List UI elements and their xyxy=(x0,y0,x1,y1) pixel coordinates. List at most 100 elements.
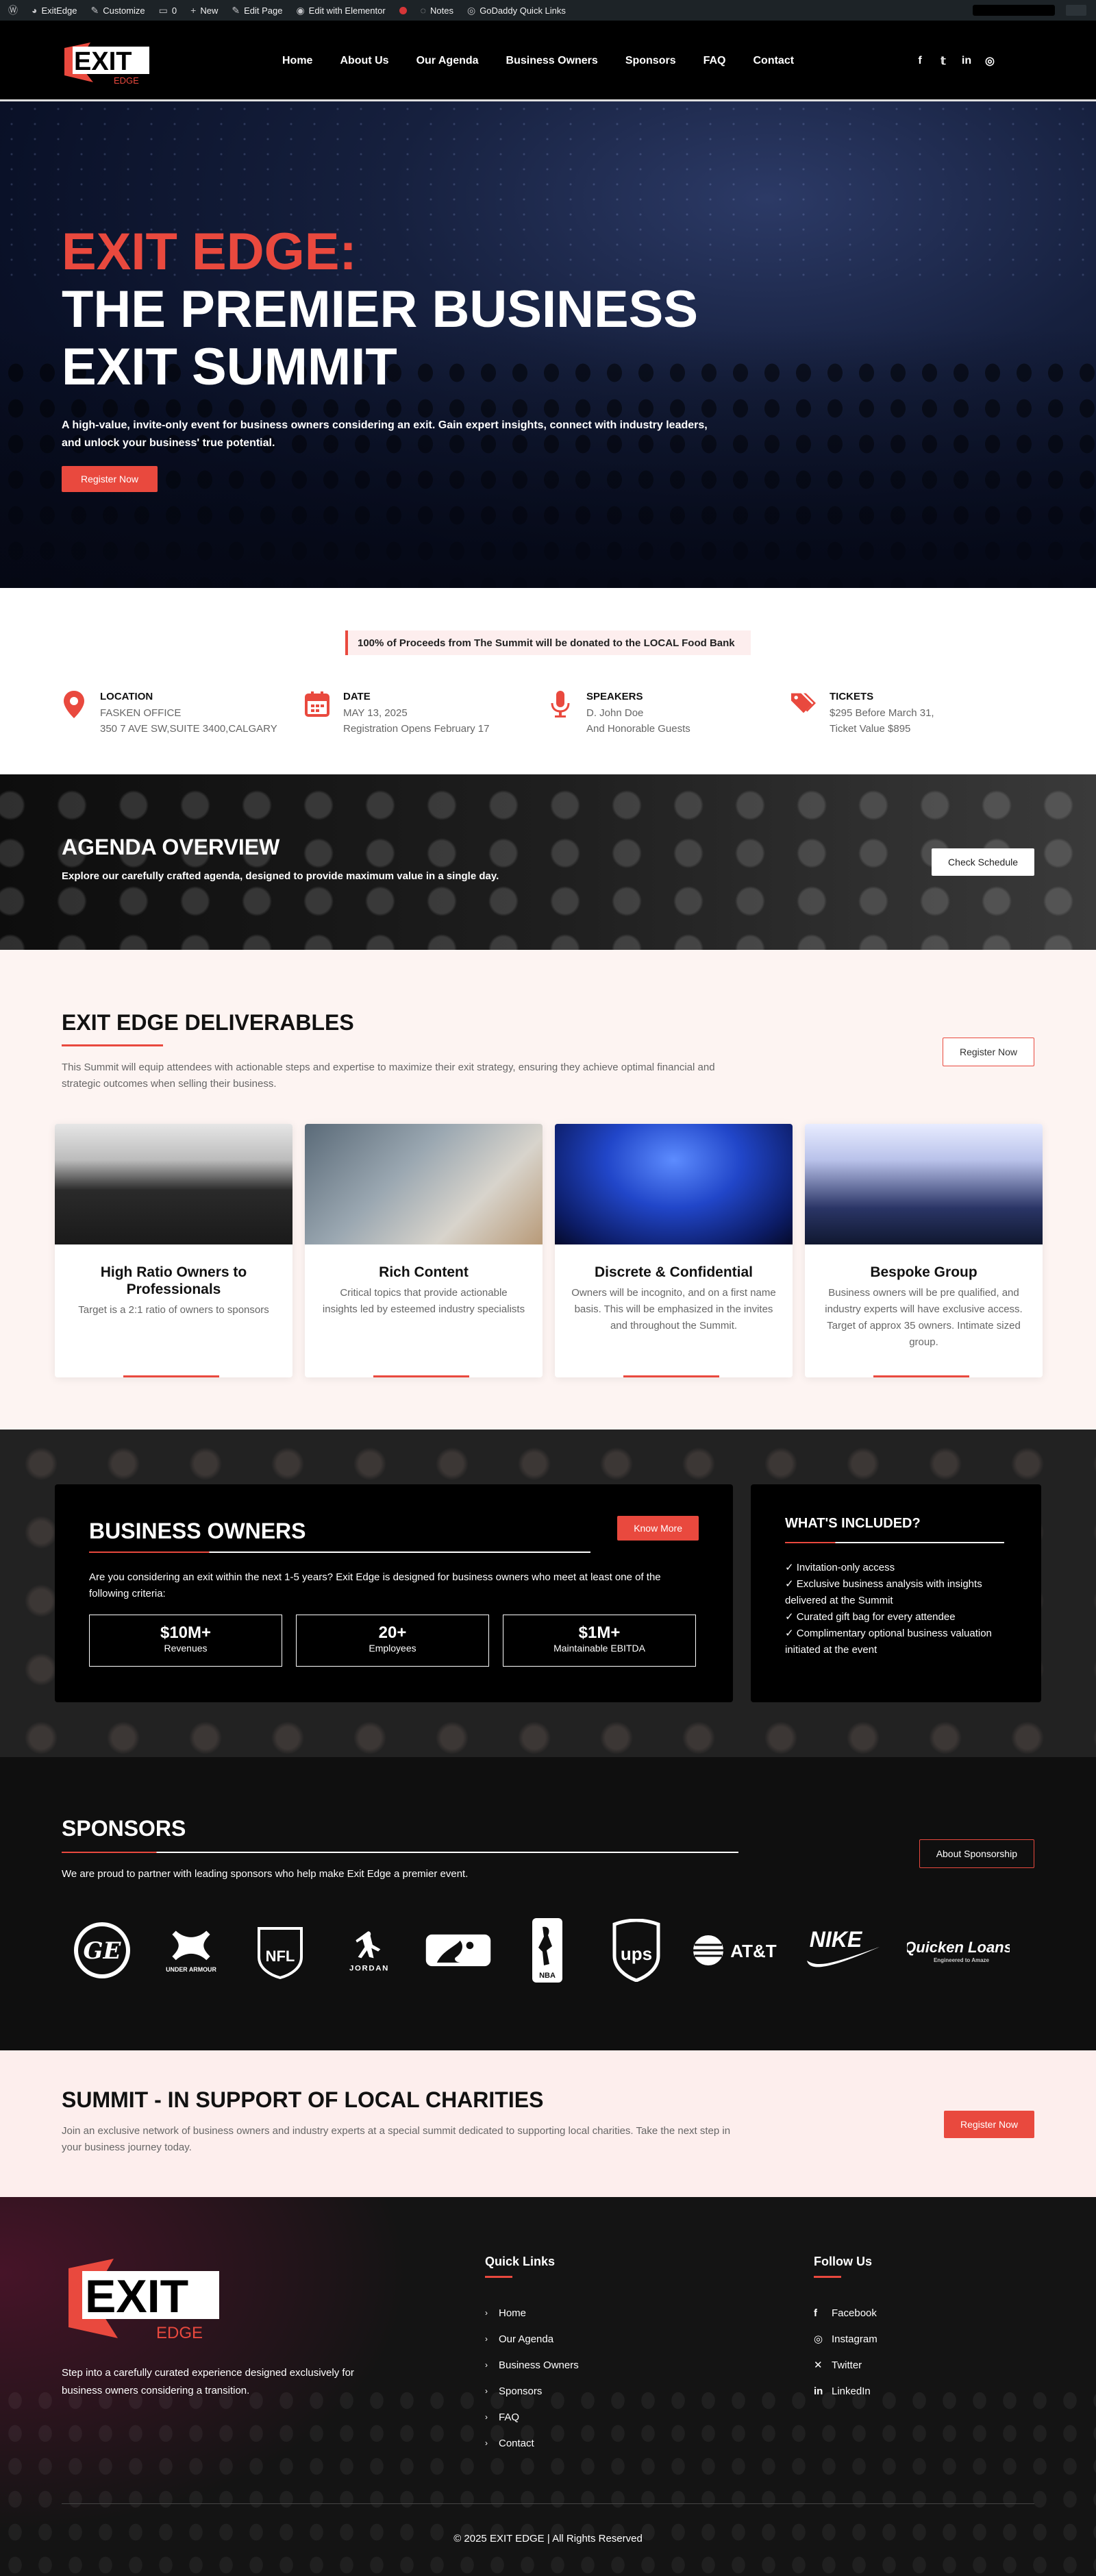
main-nav: Home About Us Our Agenda Business Owners… xyxy=(282,21,794,101)
microphone-icon xyxy=(548,691,573,720)
footer-link-our-agenda[interactable]: › Our Agenda xyxy=(485,2326,579,2352)
nav-sponsors[interactable]: Sponsors xyxy=(625,55,676,67)
event-info-row: LOCATION FASKEN OFFICE 350 7 AVE SW,SUITE … xyxy=(62,691,1034,737)
card-accent-bar xyxy=(623,1375,719,1377)
info-location: LOCATION FASKEN OFFICE 350 7 AVE SW,SUITE … xyxy=(62,691,305,737)
owners-criteria: $10M+ Revenues 20+ Employees $1M+ Maintaina… xyxy=(89,1615,696,1667)
admin-customize[interactable]: ✎ Customize xyxy=(91,5,145,16)
about-sponsorship-button[interactable]: About Sponsorship xyxy=(919,1839,1034,1868)
facebook-icon[interactable]: f xyxy=(914,55,926,67)
stat-value: 20+ xyxy=(378,1623,407,1642)
admin-customize-label: Customize xyxy=(103,5,145,16)
location-pin-icon xyxy=(62,691,86,720)
footer-twitter-link[interactable]: ✕ Twitter xyxy=(814,2352,877,2378)
card-description: Critical topics that provide actionable … xyxy=(322,1287,525,1315)
chevron-right-icon: › xyxy=(485,2412,488,2422)
info-date-line1: MAY 13, 2025 xyxy=(343,707,408,719)
footer-link-label: Sponsors xyxy=(499,2385,543,2397)
whats-included-title: WHAT'S INCLUDED? xyxy=(785,1516,921,1531)
footer-instagram-link[interactable]: ◎ Instagram xyxy=(814,2326,877,2352)
nav-home[interactable]: Home xyxy=(282,55,312,67)
footer-logo[interactable]: EXIT EDGE xyxy=(66,2253,223,2342)
wordpress-icon: Ⓦ xyxy=(8,5,18,16)
footer-social-label: LinkedIn xyxy=(832,2385,871,2397)
dashboard-icon: ◕ xyxy=(32,5,38,16)
charity-register-button[interactable]: Register Now xyxy=(943,2111,1034,2138)
svg-text:GE: GE xyxy=(84,1937,122,1965)
nav-business-owners[interactable]: Business Owners xyxy=(506,55,598,67)
deliverables-subtitle: This Summit will equip attendees with ac… xyxy=(62,1062,715,1090)
included-item: ✓ Curated gift bag for every attendee xyxy=(785,1611,956,1623)
hero-register-button[interactable]: Register Now xyxy=(62,466,158,492)
admin-search-input[interactable] xyxy=(973,5,1055,16)
footer-facebook-link[interactable]: f Facebook xyxy=(814,2300,877,2326)
footer-linkedin-link[interactable]: in LinkedIn xyxy=(814,2378,877,2404)
admin-new[interactable]: + New xyxy=(190,5,218,16)
card-image-conference-stage xyxy=(555,1124,793,1244)
card-description: Owners will be incognito, and on a first… xyxy=(571,1287,776,1332)
stat-label: Revenues xyxy=(164,1643,208,1654)
know-more-button[interactable]: Know More xyxy=(617,1516,699,1541)
mlb-logo xyxy=(425,1916,492,1985)
deliverables-register-button[interactable]: Register Now xyxy=(942,1038,1034,1066)
admin-comments[interactable]: ▭ 0 xyxy=(159,5,177,16)
svg-text:NFL: NFL xyxy=(266,1948,295,1965)
check-schedule-button[interactable]: Check Schedule xyxy=(932,848,1034,876)
footer-tagline: Step into a carefully curated experience… xyxy=(62,2367,354,2396)
chevron-right-icon: › xyxy=(485,2360,488,2370)
included-item: ✓ Complimentary optional business valuat… xyxy=(785,1628,992,1656)
admin-elementor[interactable]: ◉ Edit with Elementor xyxy=(296,5,385,16)
site-logo[interactable]: EXIT EDGE xyxy=(63,37,152,86)
svg-text:Quicken Loans: Quicken Loans xyxy=(907,1939,1010,1956)
sponsor-logos: GE UNDER ARMOUR NFL JORDAN NBA ups AT&T … xyxy=(68,1916,1010,1985)
charity-description: Join an exclusive network of business ow… xyxy=(62,2125,731,2153)
footer-link-contact[interactable]: › Contact xyxy=(485,2430,579,2456)
card-accent-bar xyxy=(123,1375,219,1377)
godaddy-icon: ◎ xyxy=(466,4,476,16)
nav-contact[interactable]: Contact xyxy=(754,55,795,67)
admin-site-link[interactable]: ◕ ExitEdge xyxy=(32,5,77,16)
nav-faq[interactable]: FAQ xyxy=(703,55,726,67)
admin-status[interactable] xyxy=(399,6,407,14)
card-bespoke: Bespoke Group Business owners will be pr… xyxy=(805,1124,1043,1377)
hero-title-accent: EXIT EDGE: xyxy=(62,223,357,281)
admin-account-menu[interactable] xyxy=(1066,5,1086,16)
footer-link-business-owners[interactable]: › Business Owners xyxy=(485,2352,579,2378)
twitter-icon[interactable]: 𝕥 xyxy=(937,54,949,68)
hero-title-line3: EXIT SUMMIT xyxy=(62,338,397,396)
admin-edit-page[interactable]: ✎ Edit Page xyxy=(232,5,282,16)
card-description: Target is a 2:1 ratio of owners to spons… xyxy=(78,1304,269,1316)
owners-panel: BUSINESS OWNERS Know More Are you consid… xyxy=(55,1484,733,1702)
footer-link-faq[interactable]: › FAQ xyxy=(485,2404,579,2430)
card-image-business-meeting xyxy=(55,1124,292,1244)
linkedin-icon: in xyxy=(814,2385,823,2397)
site-footer: EXIT EDGE Step into a carefully curated … xyxy=(0,2197,1096,2576)
info-tickets-line2: Ticket Value $895 xyxy=(830,723,911,735)
nav-about-us[interactable]: About Us xyxy=(340,55,388,67)
instagram-icon[interactable]: ◎ xyxy=(984,54,996,68)
comment-icon: ▭ xyxy=(158,4,168,16)
admin-notes[interactable]: ◌ Notes xyxy=(421,5,453,16)
footer-quick-links: Quick Links › Home › Our Agenda › Business … xyxy=(485,2255,579,2456)
nfl-logo: NFL xyxy=(247,1916,314,1985)
svg-text:EXIT: EXIT xyxy=(74,47,132,76)
under-armour-logo: UNDER ARMOUR xyxy=(158,1916,225,1985)
admin-new-label: New xyxy=(200,5,219,16)
x-icon: ✕ xyxy=(814,2359,823,2371)
header-social: f 𝕥 in ◎ xyxy=(914,21,996,101)
nav-our-agenda[interactable]: Our Agenda xyxy=(416,55,479,67)
admin-quick-links[interactable]: ◎ GoDaddy Quick Links xyxy=(467,5,566,16)
info-tickets-title: TICKETS xyxy=(830,691,874,702)
info-location-line1: FASKEN OFFICE xyxy=(100,707,182,719)
admin-site-name: ExitEdge xyxy=(41,5,77,16)
linkedin-icon[interactable]: in xyxy=(960,55,973,67)
stat-value: $1M+ xyxy=(578,1623,621,1642)
ups-logo: ups xyxy=(603,1916,670,1985)
jordan-logo: JORDAN xyxy=(336,1916,403,1985)
follow-us-list: f Facebook ◎ Instagram ✕ Twitter in LinkedIn xyxy=(814,2300,877,2404)
chevron-right-icon: › xyxy=(485,2438,488,2448)
footer-link-home[interactable]: › Home xyxy=(485,2300,579,2326)
footer-link-sponsors[interactable]: › Sponsors xyxy=(485,2378,579,2404)
svg-text:UNDER ARMOUR: UNDER ARMOUR xyxy=(166,1966,216,1973)
admin-wordpress-menu[interactable]: Ⓦ xyxy=(8,3,18,17)
